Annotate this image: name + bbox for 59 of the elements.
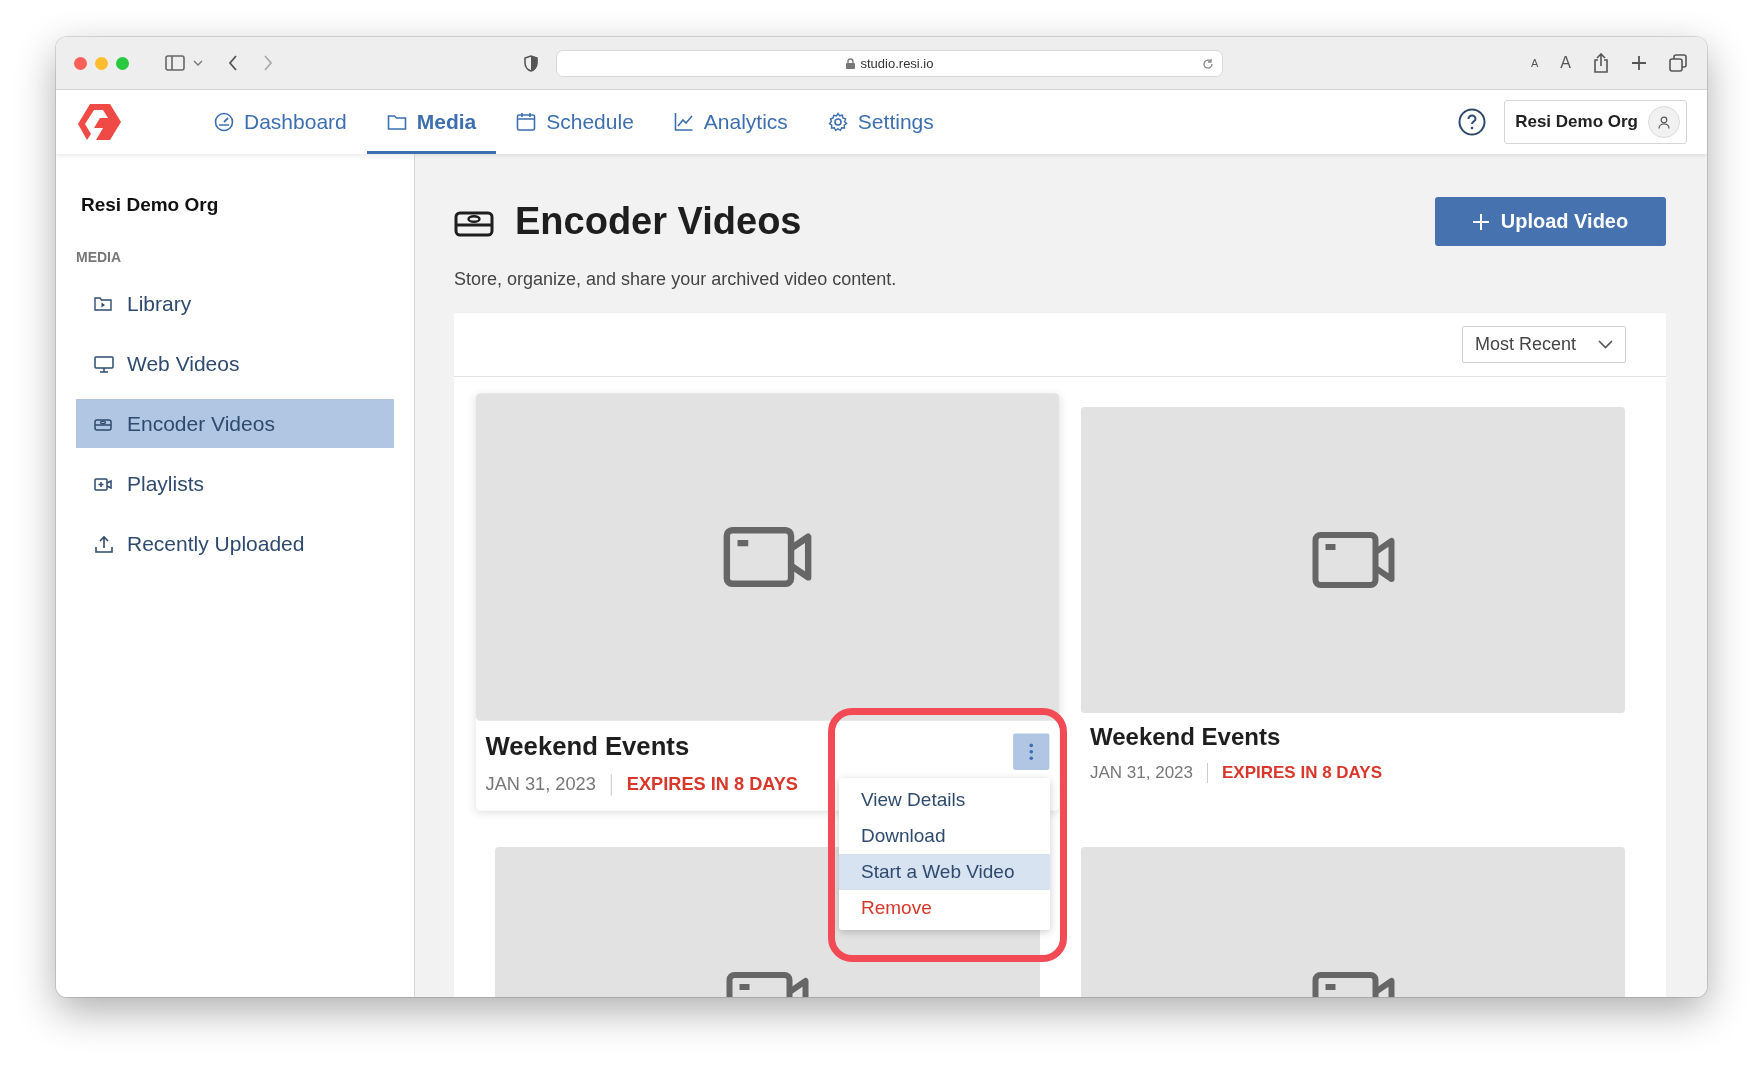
window-close-button[interactable]	[74, 56, 87, 70]
account-button[interactable]: Resi Demo Org	[1504, 100, 1687, 144]
text-larger-button[interactable]: A	[1560, 54, 1571, 72]
help-icon[interactable]	[1458, 108, 1487, 136]
sidebar-item[interactable]: Library	[76, 279, 394, 328]
nav-tab[interactable]: Analytics	[653, 90, 808, 154]
sort-dropdown[interactable]: Most Recent	[1462, 326, 1626, 363]
more-vertical-icon	[1029, 743, 1034, 761]
video-title: Weekend Events	[485, 731, 691, 762]
chevron-down-icon[interactable]	[193, 60, 203, 66]
monitor-icon	[94, 354, 114, 373]
shield-icon[interactable]	[524, 54, 538, 72]
upload-icon	[94, 534, 114, 553]
window-zoom-button[interactable]	[116, 56, 129, 70]
settings-icon	[827, 112, 848, 132]
address-bar[interactable]: studio.resi.io	[556, 49, 1223, 77]
more-options-button[interactable]	[1013, 733, 1050, 770]
thumbnail-placeholder[interactable]	[1081, 407, 1625, 713]
org-name: Resi Demo Org	[81, 194, 220, 216]
menu-item[interactable]: Start a Web Video	[839, 854, 1050, 890]
sidebar-toggle-icon[interactable]	[165, 55, 185, 71]
lock-icon	[845, 57, 855, 69]
url-text: studio.resi.io	[860, 55, 934, 71]
thumbnail-placeholder[interactable]	[475, 393, 1060, 721]
forward-icon[interactable]	[263, 55, 273, 71]
share-icon[interactable]	[1593, 53, 1609, 73]
upload-button[interactable]: Upload Video	[1435, 197, 1666, 246]
sidebar-item[interactable]: Recently Uploaded	[76, 519, 394, 568]
section-label: MEDIA	[76, 249, 123, 265]
video-title: Weekend Events	[1090, 723, 1282, 751]
chevron-down-icon	[1598, 340, 1613, 349]
logo-icon[interactable]	[76, 101, 124, 143]
page-subtitle: Store, organize, and share your archived video content.	[454, 269, 898, 290]
back-icon[interactable]	[228, 55, 238, 71]
gauge-icon	[214, 112, 234, 132]
expiry-label: EXPIRES IN 8 DAYS	[1222, 763, 1382, 783]
user-icon	[1658, 115, 1670, 129]
tab-overview-icon[interactable]	[1669, 54, 1687, 72]
menu-item[interactable]: View Details	[839, 782, 1050, 818]
menu-item[interactable]: Remove	[839, 890, 1050, 926]
video-date: JAN 31, 2023	[1090, 763, 1193, 783]
line-chart-icon	[673, 112, 694, 132]
menu-item[interactable]: Download	[839, 818, 1050, 854]
video-date: JAN 31, 2023	[485, 774, 596, 796]
folder-icon	[386, 112, 407, 132]
calendar-icon	[516, 112, 537, 132]
plus-icon	[1472, 213, 1489, 230]
sidebar-item[interactable]: Encoder Videos	[76, 399, 394, 448]
expiry-label: EXPIRES IN 8 DAYS	[626, 774, 798, 796]
text-smaller-button[interactable]: A	[1531, 57, 1539, 69]
sidebar-item[interactable]: Web Videos	[76, 339, 394, 388]
nav-tab[interactable]: Settings	[807, 90, 954, 154]
folder-icon	[94, 294, 114, 313]
sidebar-item[interactable]: Playlists	[76, 459, 394, 508]
page-title: Encoder Videos	[515, 200, 802, 243]
new-tab-icon[interactable]	[1631, 55, 1647, 71]
nav-tab[interactable]: Schedule	[496, 90, 654, 154]
reload-icon[interactable]	[1202, 57, 1214, 70]
nav-tab[interactable]: Dashboard	[194, 90, 367, 154]
